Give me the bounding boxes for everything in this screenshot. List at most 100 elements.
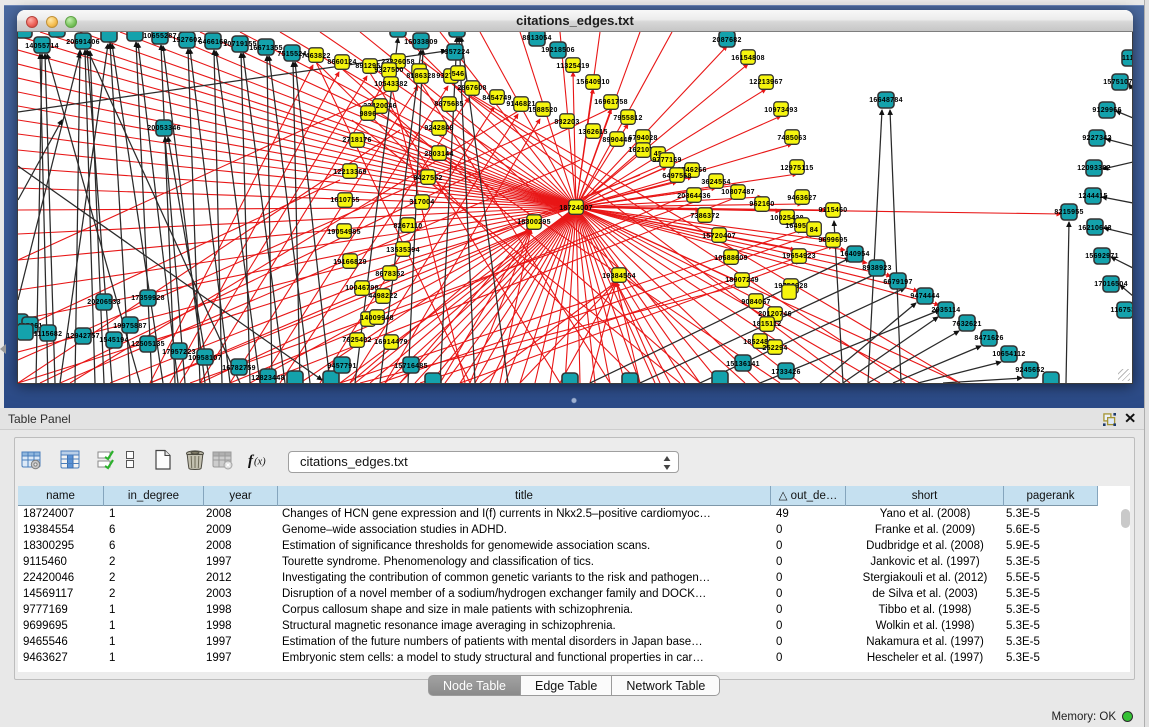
svg-text:7357224: 7357224 [440,49,469,56]
svg-text:9777169: 9777169 [652,157,681,164]
svg-text:14055714: 14055714 [25,43,59,50]
svg-text:9327500: 9327500 [374,67,403,74]
svg-text:9457791: 9457791 [327,363,356,370]
svg-text:4498222: 4498222 [368,293,397,300]
svg-text:3624554: 3624554 [701,179,730,186]
svg-text:18724007: 18724007 [559,205,593,212]
svg-text:9896: 9896 [360,111,377,118]
svg-text:1733426: 1733426 [771,369,800,376]
svg-text:8427552: 8427552 [413,175,442,182]
svg-text:2867608: 2867608 [457,85,486,92]
svg-text:12213369: 12213369 [333,169,367,176]
svg-text:8938923: 8938923 [862,265,891,272]
svg-text:1545194: 1545194 [99,337,128,344]
svg-text:1244415: 1244415 [1078,193,1107,200]
svg-text:19975887: 19975887 [113,323,147,330]
svg-text:10973493: 10973493 [764,107,798,114]
svg-text:16154808: 16154808 [731,55,765,62]
svg-text:7485063: 7485063 [777,135,806,142]
svg-text:9474444: 9474444 [910,293,939,300]
svg-text:10543382: 10543382 [374,81,408,88]
svg-text:1112: 1112 [1122,55,1133,62]
svg-text:317004: 317004 [409,199,434,206]
svg-text:9463627: 9463627 [787,195,816,202]
svg-text:(x): (x) [254,457,266,468]
svg-text:15720407: 15720407 [702,233,736,240]
svg-text:8267110: 8267110 [394,223,423,230]
svg-text:1167533: 1167533 [1111,307,1133,314]
svg-text:8813054: 8813054 [522,35,551,42]
svg-text:18300295: 18300295 [517,219,551,226]
svg-text:7955812: 7955812 [613,115,642,122]
svg-text:19384554: 19384554 [602,273,636,280]
svg-text:19054985: 19054985 [327,229,361,236]
svg-text:2087682: 2087682 [712,37,741,44]
svg-text:16210643: 16210643 [1078,225,1112,232]
svg-text:20053346: 20053346 [147,125,181,132]
svg-text:15136141: 15136141 [726,361,760,368]
svg-text:9699695: 9699695 [818,237,847,244]
svg-text:1815112: 1815112 [753,321,782,328]
svg-text:16648784: 16648784 [869,97,903,104]
svg-text:16961758: 16961758 [594,99,628,106]
svg-text:10688609: 10688609 [714,255,748,262]
svg-text:832203: 832203 [554,119,579,126]
svg-text:8678352: 8678352 [375,271,404,278]
svg-text:19218506: 19218506 [541,47,575,54]
svg-text:6497568: 6497568 [662,173,691,180]
svg-text:20206533: 20206533 [87,299,121,306]
svg-text:10046798: 10046798 [345,285,379,292]
svg-text:10654112: 10654112 [992,351,1025,358]
svg-text:8471626: 8471626 [974,335,1003,342]
svg-text:12942757: 12942757 [66,333,100,340]
svg-text:9242848: 9242848 [424,125,453,132]
svg-text:9084067: 9084067 [741,299,770,306]
svg-text:16782759: 16782759 [222,365,256,372]
svg-text:12093382: 12093382 [1077,165,1111,172]
svg-text:12213967: 12213967 [749,79,783,86]
svg-text:8215955: 8215955 [1054,209,1083,216]
svg-text:7386372: 7386372 [690,213,719,220]
svg-text:17016504: 17016504 [1094,281,1128,288]
svg-text:12823448: 12823448 [251,375,285,382]
svg-text:8990448: 8990448 [602,137,631,144]
svg-text:7625402: 7625402 [342,337,371,344]
svg-text:15716485: 15716485 [394,363,428,370]
svg-text:8186328: 8186328 [406,73,435,80]
svg-text:16914479: 16914479 [374,339,408,346]
svg-text:19166829: 19166829 [333,259,367,266]
svg-text:2803144: 2803144 [424,151,453,158]
svg-text:1588520: 1588520 [528,107,557,114]
svg-text:546: 546 [452,71,465,78]
svg-text:8675685: 8675685 [434,101,463,108]
svg-text:10958107: 10958107 [188,355,222,362]
svg-text:15640910: 15640910 [576,79,610,86]
svg-text:1527602: 1527602 [172,37,201,44]
svg-text:9129966: 9129966 [1092,107,1121,114]
svg-text:20364436: 20364436 [677,193,711,200]
svg-text:7463822: 7463822 [301,53,330,60]
svg-text:15692971: 15692971 [1085,253,1119,260]
svg-text:12975115: 12975115 [780,165,813,172]
svg-text:9227342: 9227342 [1082,135,1111,142]
svg-text:11325419: 11325419 [556,63,589,70]
svg-text:10807487: 10807487 [721,189,755,196]
svg-text:20691406: 20691406 [66,39,100,46]
svg-text:18907249: 18907249 [725,277,759,284]
svg-text:2718176: 2718176 [342,137,371,144]
svg-text:7632621: 7632621 [952,321,981,328]
svg-text:6794028: 6794028 [628,135,657,142]
svg-text:16033809: 16033809 [404,39,438,46]
svg-text:6679197: 6679197 [883,279,912,286]
svg-text:14009948: 14009948 [360,315,394,322]
svg-text:17359928: 17359928 [131,295,165,302]
svg-text:1115682: 1115682 [34,331,63,338]
svg-text:962160: 962160 [749,201,774,208]
svg-text:2935114: 2935114 [932,307,961,314]
svg-text:252294: 252294 [762,345,787,352]
svg-text:13535394: 13535394 [386,247,420,254]
svg-text:84: 84 [810,227,818,234]
svg-text:9115460: 9115460 [819,207,848,214]
svg-text:1362615: 1362615 [578,129,607,136]
svg-text:15751074: 15751074 [1103,79,1133,86]
